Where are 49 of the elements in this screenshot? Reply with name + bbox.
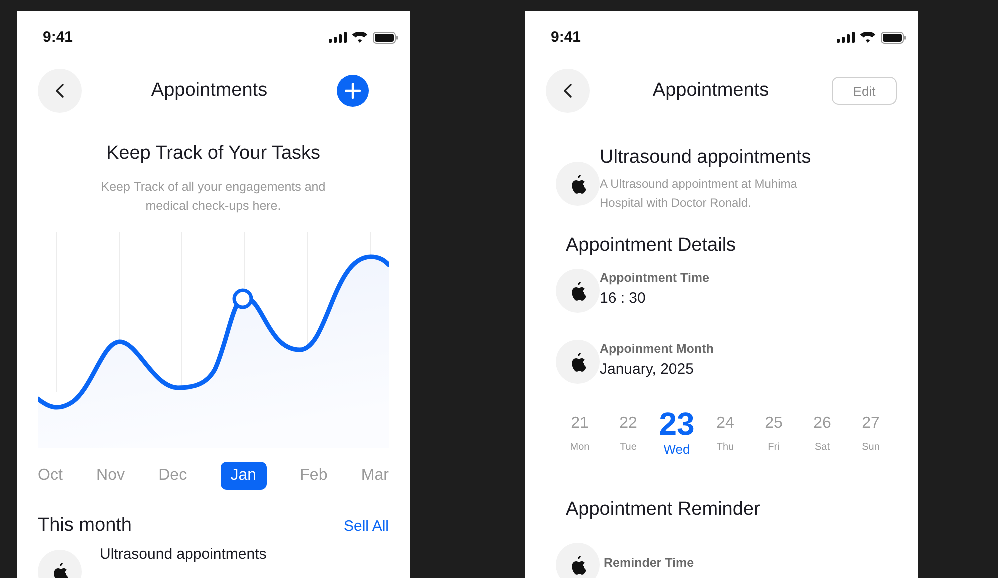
month-tab[interactable]: Oct xyxy=(38,462,63,490)
wifi-icon xyxy=(352,32,368,43)
battery-icon xyxy=(881,32,906,44)
month-tab[interactable]: Dec xyxy=(158,462,188,490)
battery-icon xyxy=(373,32,398,44)
plus-icon xyxy=(345,83,361,99)
detail-value: 16 : 30 xyxy=(600,290,647,307)
day-option[interactable]: 24 Thu xyxy=(702,408,748,457)
see-all-link[interactable]: Sell All xyxy=(344,518,389,534)
day-option[interactable]: 27 Sun xyxy=(848,408,894,457)
day-option[interactable]: 25 Fri xyxy=(751,408,797,457)
description-text: Keep Track of all your engagements and medical check-ups here. xyxy=(100,179,327,215)
back-button[interactable] xyxy=(38,69,82,113)
section-heading: Appointment Reminder xyxy=(565,499,762,521)
edit-button[interactable]: Edit xyxy=(832,77,897,105)
appointment-title: Ultrasound appointments xyxy=(600,147,812,169)
screen-title: Appointments xyxy=(652,80,770,102)
day-option[interactable]: 23 Wed xyxy=(654,408,700,457)
detail-label: Appointment Time xyxy=(600,271,710,285)
add-button[interactable] xyxy=(337,75,369,107)
day-option[interactable]: 26 Sat xyxy=(800,408,846,457)
month-tab[interactable]: Mar xyxy=(361,462,389,490)
apple-icon xyxy=(570,352,586,372)
section-heading: Keep Track of Your Tasks xyxy=(105,143,322,165)
day-option[interactable]: 22 Tue xyxy=(606,408,652,457)
chevron-left-icon xyxy=(55,83,65,99)
day-option[interactable]: 21 Mon xyxy=(557,408,603,457)
section-heading: Appointment Details xyxy=(565,235,738,257)
status-time: 9:41 xyxy=(551,29,582,46)
signal-icon xyxy=(837,32,855,43)
signal-icon xyxy=(329,32,347,43)
appointment-description: A Ultrasound appointment at Muhima Hospital with Doctor Ronald. xyxy=(600,176,798,212)
month-tab[interactable]: Jan xyxy=(220,462,267,490)
apple-icon xyxy=(570,174,586,194)
apple-icon xyxy=(52,562,68,578)
apple-icon xyxy=(570,282,586,300)
chevron-left-icon xyxy=(563,83,573,99)
back-button[interactable] xyxy=(546,69,590,113)
screen-title: Appointments xyxy=(151,80,268,102)
appointment-title[interactable]: Ultrasound appointments xyxy=(100,546,267,563)
month-tab[interactable]: Feb xyxy=(300,462,328,490)
detail-label: Appoinment Month xyxy=(600,342,714,356)
month-tab[interactable]: Nov xyxy=(96,462,125,490)
detail-label: Reminder Time xyxy=(604,556,694,570)
wifi-icon xyxy=(860,32,876,43)
detail-value: January, 2025 xyxy=(600,361,695,378)
status-time: 9:41 xyxy=(43,29,74,46)
apple-icon xyxy=(570,556,586,574)
section-heading: This month xyxy=(38,515,132,537)
